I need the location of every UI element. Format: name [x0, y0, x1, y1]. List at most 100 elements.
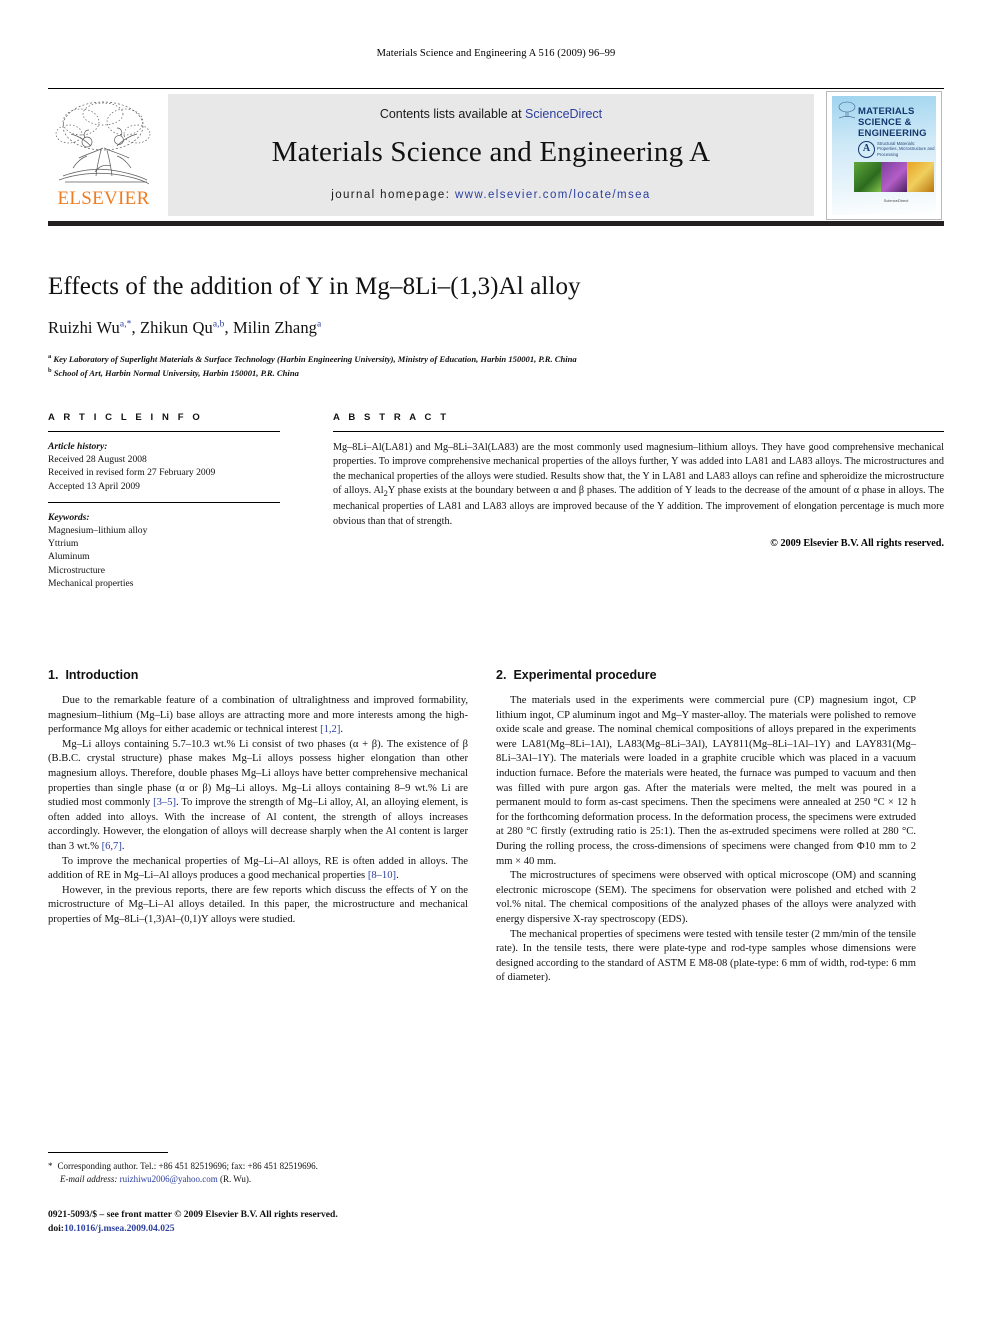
body-paragraph: However, in the previous reports, there …: [48, 884, 468, 925]
body-paragraph: Due to the remarkable feature of a combi…: [48, 695, 468, 736]
author-affiliation-mark: a,*: [119, 319, 132, 330]
affiliation-line: a Key Laboratory of Superlight Materials…: [48, 353, 577, 364]
corresponding-author-footnote: * Corresponding author. Tel.: +86 451 825…: [48, 1152, 468, 1185]
cover-micrograph-orange: [907, 162, 935, 192]
email-address-label: E-mail address:: [60, 1173, 118, 1184]
footnote-corresponding-text: Corresponding author. Tel.: +86 451 8251…: [57, 1161, 318, 1171]
keyword-item: Yttrium: [48, 538, 79, 550]
author-affiliation-mark: a,b: [212, 319, 225, 330]
body-paragraph: The microstructures of specimens were ob…: [496, 870, 916, 925]
body-paragraph: To improve the mechanical properties of …: [48, 855, 468, 882]
article-history-item: Received in revised form 27 February 200…: [48, 467, 216, 479]
affiliation-line: b School of Art, Harbin Normal Universit…: [48, 367, 299, 379]
cover-title-line2: SCIENCE &: [858, 117, 912, 128]
cover-series-badge: A: [858, 141, 875, 158]
masthead-bottom-rule: [48, 221, 944, 226]
keyword-item: Aluminum: [48, 551, 90, 563]
body-paragraph: Mg–Li alloys containing 5.7–10.3 wt.% Li…: [48, 738, 469, 852]
masthead-top-rule: [48, 88, 944, 89]
journal-homepage-link[interactable]: www.elsevier.com/locate/msea: [455, 189, 651, 201]
cover-title-line3: ENGINEERING: [858, 128, 927, 139]
affiliation-list: a Key Laboratory of Superlight Materials…: [48, 351, 748, 380]
article-page: Materials Science and Engineering A 516 …: [0, 0, 992, 1323]
article-info-heading: A R T I C L E I N F O: [48, 412, 203, 423]
keyword-item: Microstructure: [48, 564, 106, 576]
abstract-column: A B S T R A C T Mg–8Li–Al(LA81) and Mg–8…: [333, 412, 944, 549]
doi-label: doi:: [48, 1222, 64, 1234]
article-info-column: A R T I C L E I N F O Article history: R…: [48, 412, 280, 590]
column-right: 2. Experimental procedure The materials u…: [496, 668, 916, 986]
keyword-item: Mechanical properties: [48, 577, 134, 589]
affiliation-mark: a: [48, 353, 52, 360]
front-matter-line: 0921-5093/$ – see front matter © 2009 El…: [48, 1209, 338, 1220]
doi-line: doi:10.1016/j.msea.2009.04.025: [48, 1222, 548, 1236]
corresponding-email-link[interactable]: ruizhiwu2006@yahoo.com: [120, 1174, 218, 1184]
journal-title: Materials Science and Engineering A: [271, 136, 711, 168]
abstract-copyright: © 2009 Elsevier B.V. All rights reserved…: [770, 537, 944, 549]
footnote-star: *: [48, 1161, 53, 1171]
elsevier-logo: ELSEVIER: [51, 96, 156, 216]
article-history-block: Article history: Received 28 August 2008…: [48, 440, 280, 493]
journal-title-band: Contents lists available at ScienceDirec…: [168, 94, 814, 216]
body-columns: 1. Introduction Due to the remarkable fea…: [48, 668, 944, 1188]
author-name: Milin Zhang: [232, 318, 318, 337]
body-paragraph: The mechanical properties of specimens w…: [496, 928, 916, 984]
author-name: Ruizhi Wu: [48, 318, 120, 337]
keywords-rule: [48, 501, 280, 503]
contents-prefix: Contents lists available at: [379, 107, 526, 121]
keywords-rule-wrap: Keywords: Magnesium–lithium alloy Yttrium…: [48, 501, 280, 590]
article-history-item: Accepted 13 April 2009: [48, 480, 140, 492]
footnote-body: * Corresponding author. Tel.: +86 451 825…: [48, 1160, 468, 1185]
cover-elsevier-tree-icon: [838, 101, 856, 119]
keyword-items: Magnesium–lithium alloy Yttrium Aluminum Mi…: [48, 524, 280, 590]
section-title-experimental: Experimental procedure: [513, 668, 657, 682]
citation-reference[interactable]: [8–10]: [368, 870, 396, 881]
abstract-heading: A B S T R A C T: [333, 412, 450, 423]
citation-reference[interactable]: [1,2]: [320, 724, 340, 735]
keyword-item: Magnesium–lithium alloy: [48, 525, 148, 537]
sciencedirect-link[interactable]: ScienceDirect: [525, 107, 602, 121]
section-heading-introduction: 1. Introduction: [48, 668, 468, 682]
doi-link[interactable]: 10.1016/j.msea.2009.04.025: [64, 1223, 175, 1234]
section-title-introduction: Introduction: [65, 668, 139, 682]
column-left: 1. Introduction Due to the remarkable fea…: [48, 668, 468, 928]
article-info-rule: [48, 431, 280, 432]
journal-homepage-line: journal homepage: www.elsevier.com/locat…: [168, 189, 814, 201]
journal-cover-thumbnail: MATERIALS SCIENCE & ENGINEERING A Struct…: [826, 91, 942, 220]
affiliation-mark: b: [48, 367, 52, 375]
cover-footer-mark: ScienceDirect: [883, 198, 909, 203]
citation-reference[interactable]: [6,7]: [102, 841, 122, 852]
chemical-formula: Al2Y: [373, 484, 395, 498]
cover-art: MATERIALS SCIENCE & ENGINEERING A Struct…: [832, 96, 936, 215]
section-number-experimental: 2.: [496, 668, 507, 682]
page-title: Effects of the addition of Y in Mg–8Li–(…: [48, 273, 581, 300]
elsevier-tree-icon: [55, 101, 151, 185]
title-block: Effects of the addition of Y in Mg–8Li–(…: [48, 272, 748, 380]
article-history-item: Received 28 August 2008: [48, 454, 147, 466]
section-heading-experimental: 2. Experimental procedure: [496, 668, 916, 682]
author-affiliation-mark: a: [317, 319, 322, 330]
citation-reference[interactable]: [3–5]: [153, 797, 176, 808]
section-number-introduction: 1.: [48, 668, 59, 682]
info-abstract-region: A R T I C L E I N F O Article history: R…: [48, 412, 944, 622]
footnote-rule: [48, 1152, 168, 1153]
journal-masthead: ELSEVIER Contents lists available at Sci…: [48, 88, 944, 226]
running-head: Materials Science and Engineering A 516 …: [376, 48, 616, 59]
page-footer: 0921-5093/$ – see front matter © 2009 El…: [48, 1208, 548, 1235]
abstract-rule: [333, 431, 944, 432]
keywords-block: Keywords: Magnesium–lithium alloy Yttrium…: [48, 511, 280, 590]
cover-title-line1: MATERIALS: [858, 106, 915, 117]
abstract-text: Mg–8Li–Al(LA81) and Mg–8Li–3Al(LA83) are…: [333, 442, 944, 527]
body-paragraph: The materials used in the experiments we…: [496, 695, 916, 867]
article-history-items: Received 28 August 2008 Received in revis…: [48, 453, 280, 493]
email-suffix: (R. Wu).: [219, 1173, 252, 1184]
homepage-prefix: journal homepage:: [331, 189, 455, 201]
cover-micrograph-purple: [880, 162, 908, 192]
contents-available-line: Contents lists available at ScienceDirec…: [168, 107, 814, 121]
cover-subtitle: Structural Materials: Properties, Micros…: [877, 141, 935, 157]
elsevier-wordmark: ELSEVIER: [57, 188, 150, 209]
keywords-label: Keywords:: [48, 511, 90, 523]
cover-title: MATERIALS SCIENCE & ENGINEERING: [858, 106, 934, 139]
experimental-paragraphs: The materials used in the experiments we…: [496, 694, 916, 986]
author-name: Zhikun Qu: [140, 318, 213, 337]
